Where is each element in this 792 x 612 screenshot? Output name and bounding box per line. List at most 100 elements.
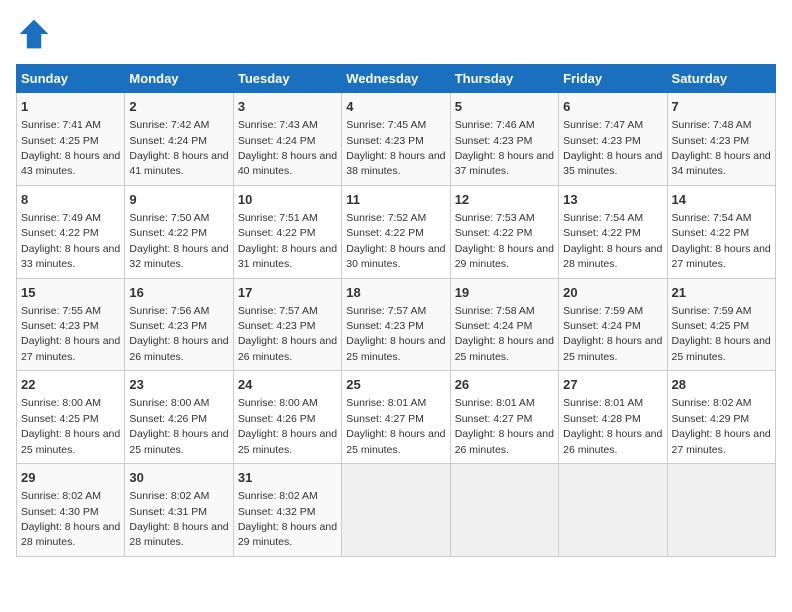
calendar-cell: 1 Sunrise: 7:41 AMSunset: 4:25 PMDayligh… (17, 93, 125, 186)
day-info: Sunrise: 7:55 AMSunset: 4:23 PMDaylight:… (21, 305, 120, 363)
day-info: Sunrise: 7:41 AMSunset: 4:25 PMDaylight:… (21, 119, 120, 177)
calendar-cell: 15 Sunrise: 7:55 AMSunset: 4:23 PMDaylig… (17, 278, 125, 371)
day-number: 9 (129, 191, 228, 209)
day-info: Sunrise: 8:02 AMSunset: 4:30 PMDaylight:… (21, 490, 120, 548)
calendar-cell: 28 Sunrise: 8:02 AMSunset: 4:29 PMDaylig… (667, 371, 775, 464)
day-info: Sunrise: 7:51 AMSunset: 4:22 PMDaylight:… (238, 212, 337, 270)
header-day-sunday: Sunday (17, 65, 125, 93)
day-info: Sunrise: 7:47 AMSunset: 4:23 PMDaylight:… (563, 119, 662, 177)
day-number: 31 (238, 469, 337, 487)
calendar-cell: 10 Sunrise: 7:51 AMSunset: 4:22 PMDaylig… (233, 185, 341, 278)
header-row: SundayMondayTuesdayWednesdayThursdayFrid… (17, 65, 776, 93)
day-info: Sunrise: 7:46 AMSunset: 4:23 PMDaylight:… (455, 119, 554, 177)
day-number: 8 (21, 191, 120, 209)
calendar-cell: 14 Sunrise: 7:54 AMSunset: 4:22 PMDaylig… (667, 185, 775, 278)
day-info: Sunrise: 8:00 AMSunset: 4:26 PMDaylight:… (129, 397, 228, 455)
week-row-4: 22 Sunrise: 8:00 AMSunset: 4:25 PMDaylig… (17, 371, 776, 464)
header-day-saturday: Saturday (667, 65, 775, 93)
day-number: 12 (455, 191, 554, 209)
calendar-cell: 9 Sunrise: 7:50 AMSunset: 4:22 PMDayligh… (125, 185, 233, 278)
calendar-cell: 5 Sunrise: 7:46 AMSunset: 4:23 PMDayligh… (450, 93, 558, 186)
day-number: 2 (129, 98, 228, 116)
day-number: 27 (563, 376, 662, 394)
day-number: 26 (455, 376, 554, 394)
day-number: 17 (238, 284, 337, 302)
calendar-cell: 16 Sunrise: 7:56 AMSunset: 4:23 PMDaylig… (125, 278, 233, 371)
calendar-cell: 24 Sunrise: 8:00 AMSunset: 4:26 PMDaylig… (233, 371, 341, 464)
day-info: Sunrise: 7:57 AMSunset: 4:23 PMDaylight:… (238, 305, 337, 363)
day-number: 29 (21, 469, 120, 487)
week-row-1: 1 Sunrise: 7:41 AMSunset: 4:25 PMDayligh… (17, 93, 776, 186)
calendar-cell: 30 Sunrise: 8:02 AMSunset: 4:31 PMDaylig… (125, 464, 233, 557)
day-info: Sunrise: 7:58 AMSunset: 4:24 PMDaylight:… (455, 305, 554, 363)
calendar-cell: 12 Sunrise: 7:53 AMSunset: 4:22 PMDaylig… (450, 185, 558, 278)
day-number: 19 (455, 284, 554, 302)
day-number: 15 (21, 284, 120, 302)
day-number: 30 (129, 469, 228, 487)
calendar-table: SundayMondayTuesdayWednesdayThursdayFrid… (16, 64, 776, 557)
calendar-cell: 13 Sunrise: 7:54 AMSunset: 4:22 PMDaylig… (559, 185, 667, 278)
day-number: 13 (563, 191, 662, 209)
calendar-cell (667, 464, 775, 557)
day-info: Sunrise: 8:00 AMSunset: 4:26 PMDaylight:… (238, 397, 337, 455)
week-row-2: 8 Sunrise: 7:49 AMSunset: 4:22 PMDayligh… (17, 185, 776, 278)
page-header (16, 16, 776, 52)
day-info: Sunrise: 7:54 AMSunset: 4:22 PMDaylight:… (672, 212, 771, 270)
calendar-cell: 27 Sunrise: 8:01 AMSunset: 4:28 PMDaylig… (559, 371, 667, 464)
calendar-cell: 20 Sunrise: 7:59 AMSunset: 4:24 PMDaylig… (559, 278, 667, 371)
day-info: Sunrise: 7:54 AMSunset: 4:22 PMDaylight:… (563, 212, 662, 270)
calendar-cell (559, 464, 667, 557)
calendar-cell: 26 Sunrise: 8:01 AMSunset: 4:27 PMDaylig… (450, 371, 558, 464)
calendar-cell: 17 Sunrise: 7:57 AMSunset: 4:23 PMDaylig… (233, 278, 341, 371)
logo-icon (16, 16, 52, 52)
day-info: Sunrise: 7:49 AMSunset: 4:22 PMDaylight:… (21, 212, 120, 270)
calendar-cell (342, 464, 450, 557)
day-number: 18 (346, 284, 445, 302)
day-number: 20 (563, 284, 662, 302)
calendar-cell: 21 Sunrise: 7:59 AMSunset: 4:25 PMDaylig… (667, 278, 775, 371)
week-row-3: 15 Sunrise: 7:55 AMSunset: 4:23 PMDaylig… (17, 278, 776, 371)
day-info: Sunrise: 7:56 AMSunset: 4:23 PMDaylight:… (129, 305, 228, 363)
day-number: 16 (129, 284, 228, 302)
day-number: 4 (346, 98, 445, 116)
day-info: Sunrise: 8:02 AMSunset: 4:29 PMDaylight:… (672, 397, 771, 455)
calendar-cell: 31 Sunrise: 8:02 AMSunset: 4:32 PMDaylig… (233, 464, 341, 557)
day-info: Sunrise: 7:53 AMSunset: 4:22 PMDaylight:… (455, 212, 554, 270)
header-day-tuesday: Tuesday (233, 65, 341, 93)
calendar-cell: 6 Sunrise: 7:47 AMSunset: 4:23 PMDayligh… (559, 93, 667, 186)
day-number: 11 (346, 191, 445, 209)
week-row-5: 29 Sunrise: 8:02 AMSunset: 4:30 PMDaylig… (17, 464, 776, 557)
day-number: 3 (238, 98, 337, 116)
day-info: Sunrise: 7:52 AMSunset: 4:22 PMDaylight:… (346, 212, 445, 270)
day-number: 1 (21, 98, 120, 116)
day-info: Sunrise: 7:59 AMSunset: 4:24 PMDaylight:… (563, 305, 662, 363)
day-info: Sunrise: 7:50 AMSunset: 4:22 PMDaylight:… (129, 212, 228, 270)
calendar-cell: 4 Sunrise: 7:45 AMSunset: 4:23 PMDayligh… (342, 93, 450, 186)
day-number: 5 (455, 98, 554, 116)
day-info: Sunrise: 7:48 AMSunset: 4:23 PMDaylight:… (672, 119, 771, 177)
calendar-cell: 8 Sunrise: 7:49 AMSunset: 4:22 PMDayligh… (17, 185, 125, 278)
day-info: Sunrise: 8:01 AMSunset: 4:28 PMDaylight:… (563, 397, 662, 455)
day-number: 24 (238, 376, 337, 394)
day-number: 22 (21, 376, 120, 394)
calendar-cell: 2 Sunrise: 7:42 AMSunset: 4:24 PMDayligh… (125, 93, 233, 186)
day-info: Sunrise: 8:00 AMSunset: 4:25 PMDaylight:… (21, 397, 120, 455)
logo (16, 16, 56, 52)
calendar-cell: 25 Sunrise: 8:01 AMSunset: 4:27 PMDaylig… (342, 371, 450, 464)
day-number: 6 (563, 98, 662, 116)
day-number: 7 (672, 98, 771, 116)
calendar-header: SundayMondayTuesdayWednesdayThursdayFrid… (17, 65, 776, 93)
calendar-cell: 3 Sunrise: 7:43 AMSunset: 4:24 PMDayligh… (233, 93, 341, 186)
day-info: Sunrise: 8:01 AMSunset: 4:27 PMDaylight:… (346, 397, 445, 455)
calendar-cell: 23 Sunrise: 8:00 AMSunset: 4:26 PMDaylig… (125, 371, 233, 464)
day-number: 28 (672, 376, 771, 394)
day-info: Sunrise: 8:02 AMSunset: 4:31 PMDaylight:… (129, 490, 228, 548)
calendar-cell: 18 Sunrise: 7:57 AMSunset: 4:23 PMDaylig… (342, 278, 450, 371)
calendar-cell: 7 Sunrise: 7:48 AMSunset: 4:23 PMDayligh… (667, 93, 775, 186)
day-number: 10 (238, 191, 337, 209)
day-info: Sunrise: 7:42 AMSunset: 4:24 PMDaylight:… (129, 119, 228, 177)
header-day-monday: Monday (125, 65, 233, 93)
calendar-body: 1 Sunrise: 7:41 AMSunset: 4:25 PMDayligh… (17, 93, 776, 557)
header-day-thursday: Thursday (450, 65, 558, 93)
day-info: Sunrise: 8:01 AMSunset: 4:27 PMDaylight:… (455, 397, 554, 455)
